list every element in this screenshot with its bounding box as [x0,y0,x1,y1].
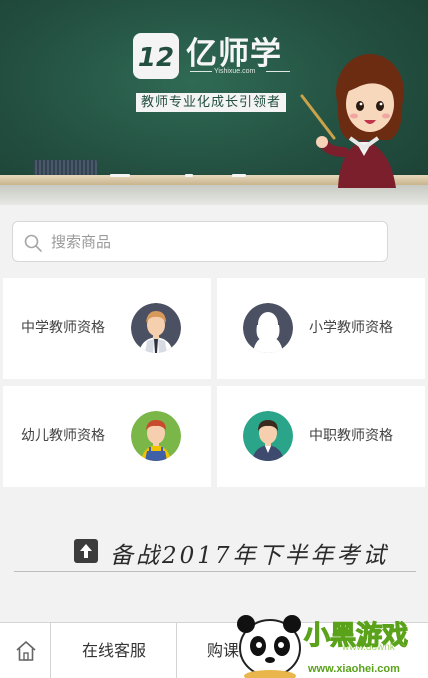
category-label: 中职教师资格 [309,428,393,444]
header-banner: 12 亿师学 Yishixue.com 教师专业化成长引领者 [0,0,428,205]
tab-online-service[interactable]: 在线客服 [52,623,177,678]
category-card-primary-school[interactable]: 小学教师资格 [217,278,425,379]
chalk-piece [110,174,130,177]
teacher-illustration-icon [300,54,404,188]
kindergarten-teacher-avatar-icon [131,411,181,461]
vocational-teacher-avatar-icon [243,411,293,461]
svg-text:12: 12 [138,43,174,73]
chalk-piece [185,174,193,177]
svg-text:www.xiaohei.com: www.xiaohei.com [307,663,400,675]
tab-home[interactable] [0,623,51,678]
search-icon [24,234,42,252]
home-icon [16,641,36,661]
brand-name: 亿师学 [186,36,282,72]
search-input[interactable] [51,228,371,256]
watermark-logo-icon: www.downk 小黑游戏 www.xiaohei.com [237,615,409,678]
primary-school-teacher-avatar-icon [243,303,293,353]
category-label: 小学教师资格 [309,320,393,336]
section-title: 备战2017年下半年考试 [110,543,389,569]
search-bar[interactable] [12,221,388,262]
svg-text:小黑游戏: 小黑游戏 [304,621,408,651]
category-label: 中学教师资格 [21,320,105,336]
brand-divider [266,71,290,72]
category-card-middle-school[interactable]: 中学教师资格 [3,278,211,379]
category-card-kindergarten[interactable]: 幼儿教师资格 [3,386,211,487]
arrow-up-icon [74,539,98,563]
board-bottom [0,185,428,205]
brand-domain: Yishixue.com [214,68,256,75]
category-label: 幼儿教师资格 [21,428,105,444]
middle-school-teacher-avatar-icon [131,303,181,353]
brand-divider [190,71,212,72]
brand-slogan: 教师专业化成长引领者 [136,93,286,112]
brand-logo-icon: 12 [133,33,179,79]
category-card-vocational[interactable]: 中职教师资格 [217,386,425,487]
section-divider [14,571,416,572]
chalk-piece [232,174,246,177]
